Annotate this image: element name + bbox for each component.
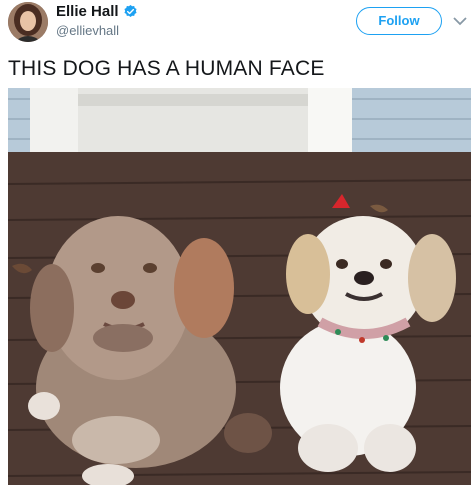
- user-handle[interactable]: @ellievhall: [56, 23, 119, 38]
- verified-badge-icon: [123, 4, 138, 19]
- chevron-down-icon[interactable]: [452, 14, 468, 26]
- display-name-row[interactable]: Ellie Hall: [56, 3, 138, 20]
- avatar[interactable]: [8, 2, 48, 42]
- tweet-photo[interactable]: [8, 88, 471, 485]
- tweet-header: Ellie Hall @ellievhall Follow: [0, 0, 474, 46]
- tweet-text: THIS DOG HAS A HUMAN FACE: [8, 57, 325, 80]
- display-name[interactable]: Ellie Hall: [56, 3, 119, 20]
- follow-button[interactable]: Follow: [356, 7, 442, 35]
